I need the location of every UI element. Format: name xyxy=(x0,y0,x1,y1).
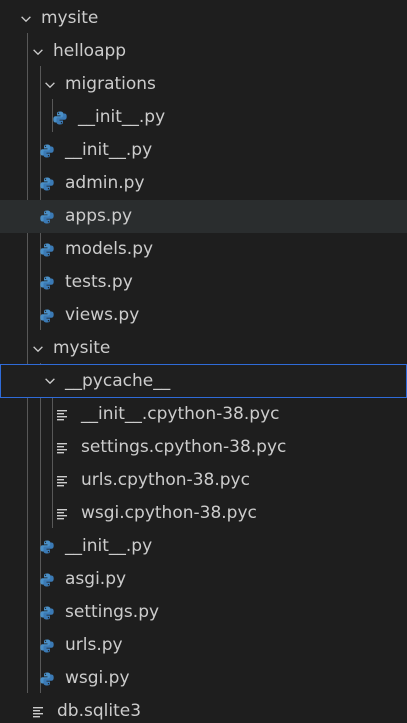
chevron-down-icon xyxy=(42,77,58,93)
chevron-down-icon xyxy=(30,341,46,357)
tree-item-label: __pycache__ xyxy=(65,370,171,391)
python-icon xyxy=(38,175,56,193)
tree-item-label: db.sqlite3 xyxy=(57,701,142,721)
python-icon xyxy=(38,307,56,325)
tree-item-file[interactable]: settings.py xyxy=(0,596,407,629)
tree-item-label: urls.cpython-38.pyc xyxy=(81,470,250,490)
tree-item-pycache[interactable]: __pycache__ xyxy=(0,364,407,398)
tree-item-label: __init__.py xyxy=(65,536,153,556)
tree-item-label: mysite xyxy=(53,338,111,358)
tree-item-file[interactable]: apps.py xyxy=(0,200,407,233)
tree-item-file[interactable]: __init__.py xyxy=(0,134,407,167)
python-icon xyxy=(38,142,56,160)
tree-item-label: helloapp xyxy=(53,41,127,61)
python-icon xyxy=(38,670,56,688)
tree-item-label: __init__.py xyxy=(65,140,153,160)
text-lines-icon xyxy=(30,703,48,721)
tree-item-label: __init__.py xyxy=(78,107,166,127)
tree-item-file[interactable]: asgi.py xyxy=(0,563,407,596)
tree-item-label: wsgi.cpython-38.pyc xyxy=(81,503,257,523)
tree-item-label: wsgi.py xyxy=(65,668,130,688)
tree-item-file[interactable]: tests.py xyxy=(0,266,407,299)
tree-item-label: settings.cpython-38.pyc xyxy=(81,437,287,457)
text-lines-icon xyxy=(54,505,72,523)
python-icon xyxy=(38,274,56,292)
chevron-down-icon xyxy=(18,11,34,27)
python-icon xyxy=(51,109,69,127)
text-lines-icon xyxy=(54,472,72,490)
tree-item-mysite[interactable]: mysite xyxy=(0,2,407,35)
tree-item-file[interactable]: settings.cpython-38.pyc xyxy=(0,431,407,464)
python-icon xyxy=(38,571,56,589)
tree-item-file[interactable]: __init__.py xyxy=(0,101,407,134)
tree-item-file[interactable]: __init__.cpython-38.pyc xyxy=(0,398,407,431)
python-icon xyxy=(38,538,56,556)
tree-item-label: mysite xyxy=(41,8,99,28)
python-icon xyxy=(38,208,56,226)
tree-item-label: admin.py xyxy=(65,173,145,193)
file-explorer-tree: mysite helloapp migrations __init__.py _… xyxy=(0,0,407,723)
tree-item-file[interactable]: views.py xyxy=(0,299,407,332)
tree-item-file[interactable]: wsgi.cpython-38.pyc xyxy=(0,497,407,530)
tree-item-label: __init__.cpython-38.pyc xyxy=(81,404,280,424)
tree-item-label: settings.py xyxy=(65,602,160,622)
tree-item-label: views.py xyxy=(65,305,140,325)
python-icon xyxy=(38,637,56,655)
chevron-down-icon xyxy=(42,373,58,389)
tree-item-label: asgi.py xyxy=(65,569,127,589)
tree-item-helloapp[interactable]: helloapp xyxy=(0,35,407,68)
python-icon xyxy=(38,604,56,622)
tree-item-file[interactable]: admin.py xyxy=(0,167,407,200)
tree-item-label: urls.py xyxy=(65,635,123,655)
chevron-down-icon xyxy=(30,44,46,60)
tree-item-file[interactable]: models.py xyxy=(0,233,407,266)
text-lines-icon xyxy=(54,406,72,424)
tree-item-label: models.py xyxy=(65,239,154,259)
tree-item-file[interactable]: db.sqlite3 xyxy=(0,695,407,723)
tree-item-file[interactable]: urls.py xyxy=(0,629,407,662)
tree-item-mysite-inner[interactable]: mysite xyxy=(0,332,407,365)
text-lines-icon xyxy=(54,439,72,457)
tree-item-file[interactable]: __init__.py xyxy=(0,530,407,563)
tree-item-file[interactable]: urls.cpython-38.pyc xyxy=(0,464,407,497)
tree-item-label: apps.py xyxy=(65,206,133,226)
tree-item-migrations[interactable]: migrations xyxy=(0,68,407,101)
tree-item-label: tests.py xyxy=(65,272,133,292)
tree-item-label: migrations xyxy=(65,74,156,94)
python-icon xyxy=(38,241,56,259)
tree-item-file[interactable]: wsgi.py xyxy=(0,662,407,695)
